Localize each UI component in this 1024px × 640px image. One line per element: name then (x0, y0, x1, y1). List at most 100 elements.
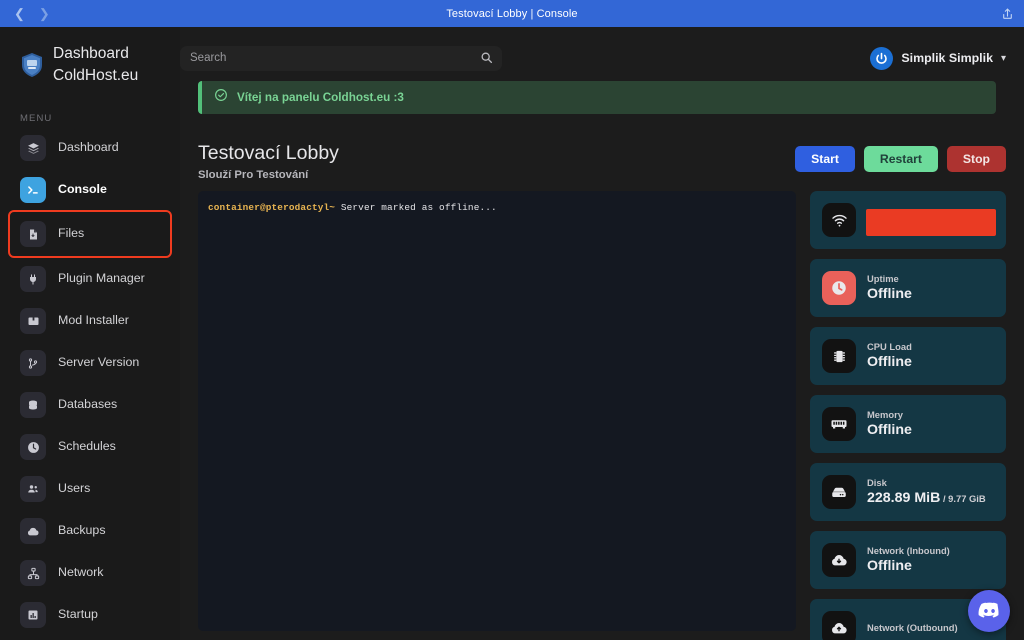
sidebar-item-label: Mod Installer (58, 313, 129, 328)
stat-text: Memory Offline (867, 409, 994, 439)
stat-value: Offline (867, 421, 912, 438)
user-menu[interactable]: Simplik Simplik ▾ (870, 46, 1006, 70)
sidebar-item-label: Startup (58, 607, 98, 622)
memory-icon (822, 407, 856, 442)
stat-value: Offline (867, 557, 912, 574)
stat-label: Network (Inbound) (867, 545, 950, 557)
cloud-upload-icon (822, 611, 856, 640)
app-shell: Dashboard ColdHost.eu MENU Dashboard Cons… (0, 27, 1024, 640)
discord-icon[interactable] (968, 590, 1010, 632)
topbar: Search Simplik Simplik ▾ (180, 27, 1024, 77)
sidebar-item-databases[interactable]: Databases (10, 385, 170, 425)
sidebar-item-dashboard[interactable]: Dashboard (10, 128, 170, 168)
sidebar-item-backups[interactable]: Backups (10, 511, 170, 551)
sidebar-item-label: Backups (58, 523, 106, 538)
sidebar-item-label: Databases (58, 397, 118, 412)
page-header: Testovací Lobby Slouží Pro Testování Sta… (180, 114, 1024, 181)
stat-value: Offline (867, 353, 912, 370)
disk-used: 228.89 MiB (867, 489, 941, 506)
sidebar-item-label: Files (58, 226, 85, 241)
stat-card-uptime: Uptime Offline (810, 259, 1006, 318)
stat-value: Offline (867, 285, 912, 302)
sidebar-item-console[interactable]: Console (10, 170, 170, 210)
window-title: Testovací Lobby | Console (446, 7, 578, 20)
sidebar: Dashboard ColdHost.eu MENU Dashboard Cons… (0, 27, 180, 640)
stat-card-address: Address (810, 191, 1006, 250)
console-message: Server marked as offline... (335, 202, 497, 214)
sidebar-item-schedules[interactable]: Schedules (10, 427, 170, 467)
stat-card-disk: Disk 228.89 MiB / 9.77 GiB (810, 463, 1006, 522)
sidebar-item-label: Network (58, 565, 104, 580)
git-branch-icon (20, 350, 46, 376)
disk-total: / 9.77 GiB (940, 492, 986, 504)
sidebar-item-label: Schedules (58, 439, 116, 454)
stop-button[interactable]: Stop (946, 146, 1006, 172)
stat-card-cpu-load: CPU Load Offline (810, 327, 1006, 386)
server-stats: Address Uptime Offline (810, 191, 1006, 640)
stat-label: Disk (867, 477, 887, 489)
restart-button[interactable]: Restart (863, 146, 938, 172)
forward-icon[interactable]: ❯ (39, 7, 50, 20)
stat-label: CPU Load (867, 341, 912, 353)
console-line: container@pterodactyl~ Server marked as … (208, 201, 786, 215)
sidebar-item-plugin-manager[interactable]: Plugin Manager (10, 259, 170, 299)
check-circle-icon (214, 88, 228, 107)
stat-text: Disk 228.89 MiB / 9.77 GiB (867, 477, 994, 507)
stat-text: Uptime Offline (867, 273, 994, 303)
sidebar-item-network[interactable]: Network (10, 553, 170, 593)
stat-text: Network (Inbound) Offline (867, 545, 994, 575)
search-placeholder: Search (190, 52, 227, 64)
brand-line-2: ColdHost.eu (53, 67, 139, 84)
sidebar-item-users[interactable]: Users (10, 469, 170, 509)
clock-icon (20, 434, 46, 460)
titlebar-nav-buttons: ❮ ❯ (0, 7, 50, 20)
window-titlebar: ❮ ❯ Testovací Lobby | Console (0, 0, 1024, 27)
wifi-icon (822, 203, 856, 238)
search-icon[interactable] (480, 51, 493, 69)
plug-icon (20, 266, 46, 292)
sidebar-item-label: Dashboard (58, 140, 119, 155)
console-output[interactable]: container@pterodactyl~ Server marked as … (198, 191, 796, 632)
stat-card-memory: Memory Offline (810, 395, 1006, 454)
hard-drive-icon (822, 475, 856, 510)
alert-text: Vítej na panelu Coldhost.eu :3 (237, 91, 404, 104)
address-redaction-box (866, 209, 996, 237)
main-content: Search Simplik Simplik ▾ Vítej na panelu… (180, 27, 1024, 640)
welcome-alert: Vítej na panelu Coldhost.eu :3 (198, 81, 996, 114)
start-button[interactable]: Start (795, 146, 855, 172)
user-name: Simplik Simplik (901, 51, 993, 65)
file-icon (20, 221, 46, 247)
stat-text: CPU Load Offline (867, 341, 994, 371)
sidebar-item-mod-installer[interactable]: Mod Installer (10, 301, 170, 341)
sidebar-item-startup[interactable]: Startup (10, 595, 170, 635)
stat-label: Memory (867, 409, 903, 421)
stat-card-network-inbound: Network (Inbound) Offline (810, 531, 1006, 590)
console-prompt: container@pterodactyl~ (208, 202, 336, 214)
layers-icon (20, 135, 46, 161)
chevron-down-icon[interactable]: ▾ (1001, 53, 1006, 64)
page-title: Testovací Lobby (198, 142, 339, 164)
console-and-stats: container@pterodactyl~ Server marked as … (180, 181, 1024, 640)
share-icon[interactable] (1001, 7, 1014, 21)
clock-icon (822, 271, 856, 306)
stat-label: Uptime (867, 273, 899, 285)
sidebar-item-files[interactable]: Files (8, 210, 172, 258)
terminal-icon (20, 177, 46, 203)
cloud-download-icon (822, 543, 856, 578)
sidebar-item-server-version[interactable]: Server Version (10, 343, 170, 383)
cpu-icon (822, 339, 856, 374)
cloud-icon (20, 518, 46, 544)
back-icon[interactable]: ❮ (14, 7, 25, 20)
coldhost-shield-logo (20, 52, 44, 78)
users-icon (20, 476, 46, 502)
network-icon (20, 560, 46, 586)
brand-line-1: Dashboard (53, 45, 129, 62)
brand[interactable]: Dashboard ColdHost.eu (0, 27, 180, 87)
sidebar-nav: Dashboard Console Files Plugin Manager M… (0, 128, 180, 635)
page-subtitle: Slouží Pro Testování (198, 169, 309, 182)
power-avatar-icon (870, 46, 894, 70)
chart-bar-icon (20, 602, 46, 628)
power-actions: Start Restart Stop (795, 143, 1006, 172)
sidebar-item-label: Plugin Manager (58, 271, 145, 286)
search-input[interactable]: Search (180, 45, 502, 71)
